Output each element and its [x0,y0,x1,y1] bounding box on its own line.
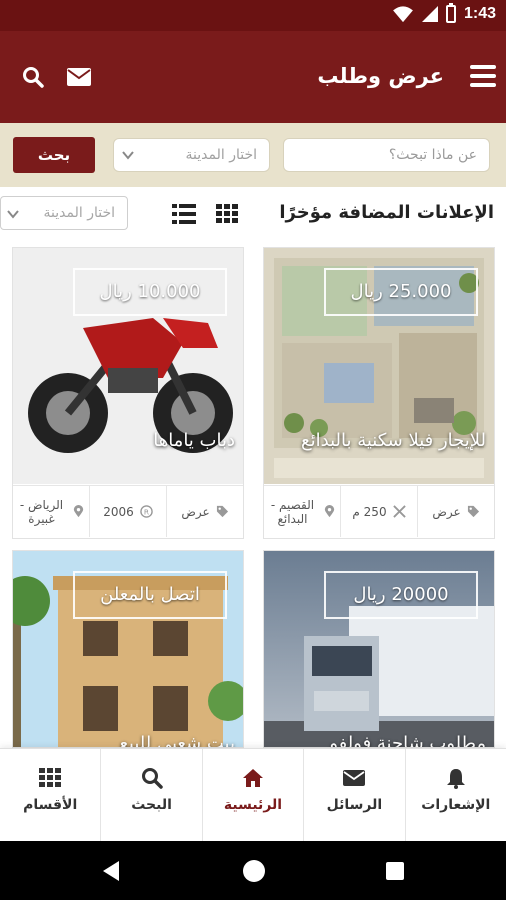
listing-price: 25.000 ريال [324,268,478,316]
location-icon [324,505,335,518]
filter-city-label: اختار المدينة [43,205,115,221]
chevron-down-icon [7,210,19,219]
envelope-icon [343,770,366,786]
search-button[interactable]: بحث [13,137,95,173]
section-header: الإعلانات المضافة مؤخرًا اختار المدينة [0,191,506,237]
listing-meta: عرض 250 م القصيم - البدائع [264,485,494,537]
grid-view-icon[interactable] [216,204,238,224]
system-navigation-bar [0,841,506,900]
listing-title: مطلوب شاحنة فولفو [329,733,486,748]
section-title: الإعلانات المضافة مؤخرًا [279,202,494,223]
tag-icon [467,505,479,518]
signal-icon [421,6,438,22]
nav-categories[interactable]: الأقسام [0,749,100,841]
meta-year: R 2006 [89,486,166,537]
listing-meta: عرض R 2006 الرياض - غبيرة [13,485,243,537]
app-header: عرض وطلب [0,31,506,123]
filter-city-select[interactable]: اختار المدينة [0,196,128,230]
search-icon[interactable] [22,66,44,88]
app-title: عرض وطلب [317,64,444,88]
envelope-icon[interactable] [67,68,91,86]
bell-icon [446,769,465,789]
listing-card[interactable]: 20000 ريال مطلوب شاحنة فولفو [263,550,495,748]
area-icon [392,505,406,518]
listing-price: 20000 ريال [324,571,478,619]
city-select-label: اختار المدينة [185,147,257,163]
svg-text:R: R [144,507,149,516]
nav-label: الرسائل [326,797,383,813]
tag-icon [216,505,228,518]
back-icon[interactable] [101,860,121,882]
registered-icon: R [140,505,153,518]
search-icon [141,768,163,789]
nav-home[interactable]: الرئيسية [201,749,303,841]
search-input[interactable] [283,138,490,172]
recent-apps-icon[interactable] [386,862,404,880]
meta-type: عرض [417,486,494,537]
nav-label: الرئيسية [223,797,283,813]
nav-notifications[interactable]: الإشعارات [404,749,506,841]
meta-area: 250 م [340,486,417,537]
menu-icon[interactable] [470,65,496,87]
listing-card[interactable]: 25.000 ريال للإيجار فيلا سكنية بالبدائع … [263,247,495,539]
listing-title: للإيجار فيلا سكنية بالبدائع [301,430,486,451]
meta-location: القصيم - البدائع [264,486,340,537]
status-bar: 1:43 [0,0,506,31]
nav-label: البحث [131,797,172,813]
bottom-navigation: الإشعارات الرسائل الرئيسية البحث الأقسام [0,748,506,841]
wifi-icon [393,6,413,23]
grid-icon [39,768,62,787]
listing-card[interactable]: اتصل بالمعلن بيت شعبي للبيع [12,550,244,748]
battery-icon [445,3,456,23]
nav-label: الأقسام [23,797,78,813]
listing-card[interactable]: 10.000 ريال دباب ياماها عرض R 2006 الريا… [12,247,244,539]
listing-title: بيت شعبي للبيع [119,733,235,748]
listing-price: اتصل بالمعلن [73,571,227,619]
meta-type: عرض [166,486,243,537]
home-icon [242,769,263,787]
search-bar: اختار المدينة بحث [0,123,506,187]
home-button-icon[interactable] [243,860,265,882]
city-select[interactable]: اختار المدينة [113,138,270,172]
listing-title: دباب ياماها [153,430,235,451]
nav-search[interactable]: البحث [100,749,201,841]
status-time: 1:43 [463,5,496,22]
listing-price: 10.000 ريال [73,268,227,316]
list-view-icon[interactable] [172,204,196,224]
nav-label: الإشعارات [421,797,491,813]
chevron-down-icon [122,151,134,160]
nav-messages[interactable]: الرسائل [303,749,404,841]
location-icon [73,505,84,518]
meta-location: الرياض - غبيرة [13,486,89,537]
